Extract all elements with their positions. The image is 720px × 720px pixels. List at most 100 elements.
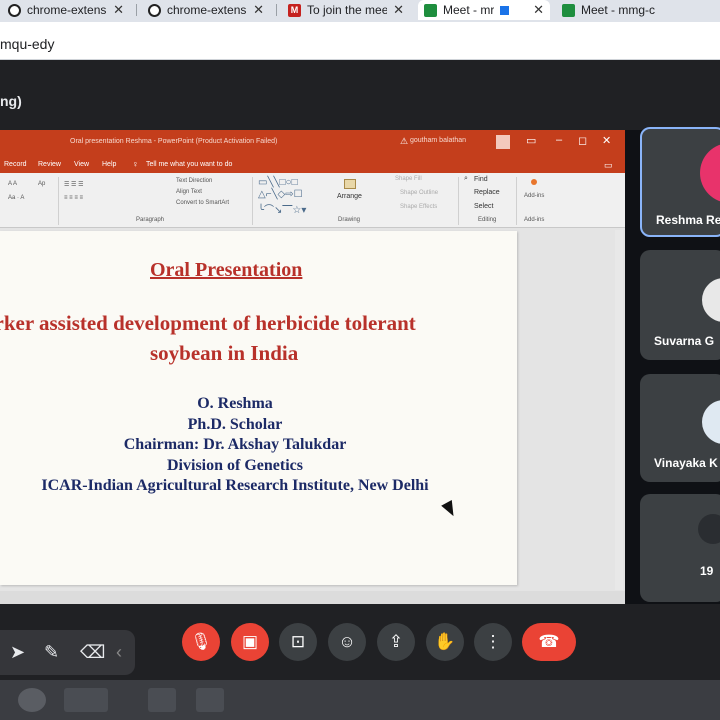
ribbon-divider	[516, 177, 517, 225]
text-direction-button[interactable]: Text Direction	[176, 178, 212, 184]
slide-editor: Oral Presentation arker assisted develop…	[0, 228, 625, 604]
shapes-gallery-icon[interactable]: △⌐╲◇⇨☐	[258, 189, 303, 200]
institute: ICAR-Indian Agricultural Research Instit…	[41, 477, 429, 494]
participant-tile[interactable]: Vinayaka K	[640, 374, 720, 482]
gmail-icon: M	[288, 3, 301, 17]
browser-tab[interactable]: Meet - mmg-c	[556, 0, 720, 20]
close-tab-icon[interactable]: ✕	[253, 2, 264, 18]
taskbar	[0, 680, 720, 720]
minimize-icon[interactable]: –	[556, 134, 562, 146]
browser-tab[interactable]: M To join the mee ✕	[282, 0, 410, 20]
avatar	[702, 278, 720, 322]
slide-title-line-2: soybean in India	[150, 341, 299, 365]
addins-button[interactable]: Add-ins	[524, 193, 544, 199]
collapse-icon[interactable]: ‹	[116, 642, 122, 663]
tab-title: chrome-extens	[167, 3, 247, 17]
user-avatar	[496, 135, 510, 149]
align-text-button[interactable]: Align Text	[176, 189, 202, 195]
eraser-icon[interactable]: ⌫	[80, 642, 105, 663]
comments-icon[interactable]: ▭	[604, 160, 613, 171]
user-name: goutham balathan	[410, 137, 467, 144]
window-title: Oral presentation Reshma - PowerPoint (P…	[70, 138, 278, 145]
more-options-button[interactable]: ⋮	[474, 623, 512, 661]
tab-view[interactable]: View	[74, 161, 89, 168]
raise-hand-button[interactable]: ✋	[426, 623, 464, 661]
ribbon-divider	[58, 177, 59, 225]
participant-name: Suvarna G	[654, 334, 715, 348]
tab-title: To join the mee	[307, 3, 388, 17]
replace-button[interactable]: Replace	[474, 189, 500, 196]
close-tab-icon[interactable]: ✕	[393, 2, 404, 18]
browser-tab[interactable]: chrome-extens ✕	[142, 0, 270, 20]
avatar	[698, 514, 720, 544]
participant-tile[interactable]: Suvarna G	[640, 250, 720, 360]
meet-icon	[562, 3, 575, 17]
select-button[interactable]: Select	[474, 203, 493, 210]
arrange-icon	[344, 179, 356, 189]
bullets-icon[interactable]: ☰ ☰ ☰	[64, 181, 83, 188]
tab-title: Meet - mr	[443, 3, 495, 17]
tab-separator	[136, 4, 137, 16]
present-button[interactable]: ⇪	[377, 623, 415, 661]
close-window-icon[interactable]: ✕	[602, 134, 611, 147]
ribbon-tabs: Record Review View Help ♀ Tell me what y…	[0, 157, 625, 173]
author-name: O. Reshma	[197, 395, 273, 412]
leave-call-button[interactable]: ☎	[522, 623, 576, 661]
ribbon-options-icon[interactable]: ▭	[526, 134, 536, 147]
camera-off-button[interactable]: ▣	[231, 623, 269, 661]
shape-effects-button[interactable]: Shape Effects	[400, 204, 437, 210]
participant-tile[interactable]: 19	[640, 494, 720, 602]
taskbar-search[interactable]	[64, 688, 108, 712]
start-icon[interactable]	[18, 688, 46, 712]
powerpoint-title-bar: Oral presentation Reshma - PowerPoint (P…	[0, 130, 625, 157]
meet-header	[0, 60, 720, 130]
author-degree: Ph.D. Scholar	[187, 416, 283, 433]
browser-tab-active[interactable]: Meet - mr ✕	[418, 0, 550, 20]
meet-icon	[424, 3, 437, 17]
shapes-gallery-icon[interactable]: ▭╲╲□○□	[258, 177, 298, 188]
captions-button[interactable]: ⊡	[279, 623, 317, 661]
close-tab-icon[interactable]: ✕	[533, 2, 544, 18]
chrome-icon[interactable]	[148, 688, 176, 712]
address-bar[interactable]: mqu-edy	[0, 22, 720, 60]
font-size-icon[interactable]: A A	[8, 181, 17, 187]
mic-off-button[interactable]: 🎙	[182, 623, 220, 661]
recording-indicator-icon	[500, 5, 510, 15]
tab-help[interactable]: Help	[102, 161, 116, 168]
shapes-gallery-icon[interactable]: ╰⌒↘⎺☆▾	[258, 201, 306, 216]
ribbon: A A Ap Aa · A ☰ ☰ ☰ ≡ ≡ ≡ ≡ Text Directi…	[0, 173, 625, 228]
chairman: Chairman: Dr. Akshay Talukdar	[123, 436, 347, 453]
font-color-icon[interactable]: Aa · A	[8, 195, 24, 201]
close-tab-icon[interactable]: ✕	[113, 2, 124, 18]
clear-format-icon[interactable]: Ap	[38, 181, 45, 187]
align-icon[interactable]: ≡ ≡ ≡ ≡	[64, 195, 83, 201]
tab-record[interactable]: Record	[4, 161, 27, 168]
shape-outline-button[interactable]: Shape Outline	[400, 190, 438, 196]
browser-tab[interactable]: chrome-extens ✕	[2, 0, 130, 20]
chrome-extension-icon	[8, 3, 21, 17]
vertical-scrollbar[interactable]	[615, 230, 623, 590]
participant-tile[interactable]: Reshma Re	[640, 127, 720, 237]
division: Division of Genetics	[167, 457, 303, 474]
pen-icon[interactable]: ✎	[44, 642, 59, 663]
slide-heading: Oral Presentation	[150, 259, 303, 281]
shape-fill-button[interactable]: Shape Fill	[395, 176, 422, 182]
status-bar	[0, 591, 625, 604]
maximize-icon[interactable]: ◻	[578, 134, 587, 147]
ribbon-divider	[458, 177, 459, 225]
tab-review[interactable]: Review	[38, 161, 61, 168]
arrange-button[interactable]: Arrange	[337, 193, 362, 200]
warning-icon: ⚠	[400, 136, 409, 146]
tell-me-search[interactable]: Tell me what you want to do	[146, 161, 232, 168]
slide[interactable]: Oral Presentation arker assisted develop…	[0, 231, 517, 585]
screen: chrome-extens ✕ chrome-extens ✕ M To joi…	[0, 0, 720, 720]
convert-smartart-button[interactable]: Convert to SmartArt	[176, 200, 229, 206]
chrome-extension-icon	[148, 3, 161, 17]
pointer-icon[interactable]: ➤	[10, 642, 25, 663]
emoji-button[interactable]: ☺	[328, 623, 366, 661]
url-text[interactable]: mqu-edy	[0, 36, 54, 52]
find-button[interactable]: Find	[474, 176, 488, 183]
addins-icon	[531, 179, 537, 185]
taskbar-app-icon[interactable]	[196, 688, 224, 712]
slide-title-line-1: arker assisted development of herbicide …	[0, 311, 416, 335]
